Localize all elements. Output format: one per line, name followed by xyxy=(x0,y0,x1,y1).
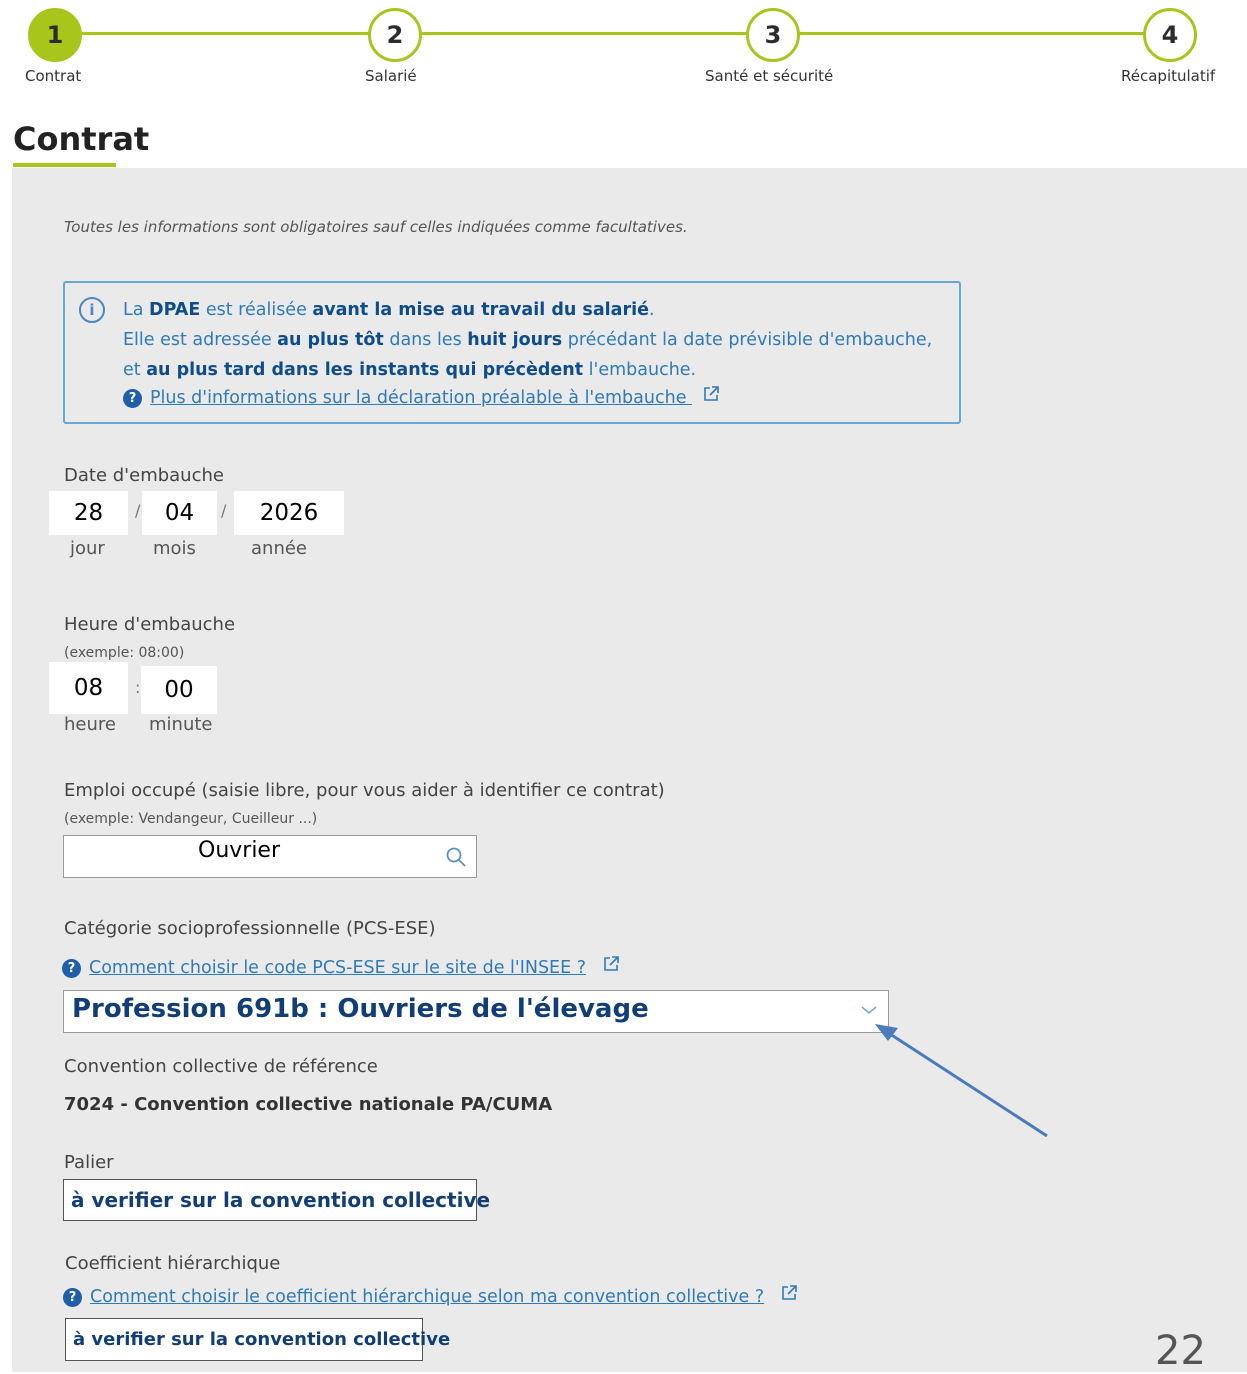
time-separator: : xyxy=(135,678,141,697)
page-title: Contrat xyxy=(13,120,150,158)
palier-input[interactable]: à verifier sur la convention collective xyxy=(63,1179,490,1221)
category-selected-value: Profession 691b : Ouvriers de l'élevage xyxy=(72,994,649,1024)
date-separator: / xyxy=(135,501,141,520)
step-3-number: 3 xyxy=(764,21,782,49)
year-sublabel: année xyxy=(251,538,307,559)
hire-time-label: Heure d'embauche xyxy=(64,614,236,635)
step-3-circle[interactable]: 3 xyxy=(746,8,800,62)
external-link-icon xyxy=(704,386,719,401)
category-label: Catégorie socioprofessionnelle (PCS-ESE) xyxy=(64,918,436,939)
job-search-input[interactable]: Ouvrier xyxy=(63,835,477,878)
question-circle-icon: ? xyxy=(62,958,81,978)
step-1-number: 1 xyxy=(46,21,64,49)
hire-date-day-input[interactable]: 28 xyxy=(49,491,128,535)
hire-date-year-input[interactable]: 2026 xyxy=(234,491,344,535)
job-value: Ouvrier xyxy=(198,838,281,863)
info-text-part: La xyxy=(123,300,150,320)
step-1-label: Contrat xyxy=(25,67,82,85)
date-separator: / xyxy=(221,501,227,520)
title-underline xyxy=(13,163,116,167)
external-link-icon xyxy=(603,956,619,971)
day-sublabel: jour xyxy=(70,538,105,559)
job-hint: (exemple: Vendangeur, Cueilleur ...) xyxy=(64,811,318,827)
convention-value: 7024 - Convention collective nationale P… xyxy=(64,1094,553,1115)
stepper-connector xyxy=(82,32,372,35)
dpae-info-link[interactable]: ? Plus d'informations sur la déclaration … xyxy=(123,385,720,408)
pcs-help-link[interactable]: ? Comment choisir le code PCS-ESE sur le … xyxy=(62,955,620,978)
info-text-bold: au plus tôt xyxy=(277,330,384,350)
step-4-label: Récapitulatif xyxy=(1121,67,1216,85)
step-4-circle[interactable]: 4 xyxy=(1143,8,1197,62)
hire-time-hint: (exemple: 08:00) xyxy=(64,645,185,661)
info-text-part: l'embauche. xyxy=(583,360,697,380)
dpae-info-box: i La DPAE est réalisée avant la mise au … xyxy=(63,281,961,424)
minute-sublabel: minute xyxy=(149,714,213,735)
progress-stepper: 1 2 3 4 Contrat Salarié Santé et sécurit… xyxy=(0,0,1247,100)
coefficient-help-link-text: Comment choisir le coefficient hiérarchi… xyxy=(90,1287,765,1307)
step-3-label: Santé et sécurité xyxy=(705,67,834,85)
slide-page-number: 22 xyxy=(1155,1328,1206,1374)
info-text-part: dans les xyxy=(383,330,468,350)
info-text-part: est réalisée xyxy=(200,300,313,320)
coefficient-input[interactable]: à verifier sur la convention collective xyxy=(65,1318,450,1361)
search-icon[interactable] xyxy=(445,846,467,868)
month-sublabel: mois xyxy=(153,538,196,559)
step-2-label: Salarié xyxy=(365,67,417,85)
stepper-connector xyxy=(798,32,1146,35)
job-label: Emploi occupé (saisie libre, pour vous a… xyxy=(64,780,665,801)
chevron-down-icon[interactable] xyxy=(860,1004,878,1016)
required-fields-note: Toutes les informations sont obligatoire… xyxy=(64,218,688,236)
category-select[interactable]: Profession 691b : Ouvriers de l'élevage xyxy=(63,990,889,1033)
step-2-number: 2 xyxy=(386,21,404,49)
info-text-part: . xyxy=(648,300,655,320)
info-text-part: Elle est adressée xyxy=(123,330,278,350)
info-text-bold: au plus tard dans les instants qui précè… xyxy=(146,360,584,380)
info-circle-icon: i xyxy=(79,297,105,323)
step-2-circle[interactable]: 2 xyxy=(368,8,422,62)
dpae-info-link-text: Plus d'informations sur la déclaration p… xyxy=(150,388,687,408)
hire-date-month-input[interactable]: 04 xyxy=(142,491,217,535)
palier-label: Palier xyxy=(64,1152,114,1173)
coefficient-label: Coefficient hiérarchique xyxy=(65,1253,281,1274)
info-text-bold: huit jours xyxy=(467,330,563,350)
pcs-help-link-text: Comment choisir le code PCS-ESE sur le s… xyxy=(89,958,587,978)
hire-time-minute-input[interactable]: 00 xyxy=(141,666,217,714)
hour-sublabel: heure xyxy=(64,714,116,735)
info-text: La DPAE est réalisée avant la mise au tr… xyxy=(123,295,943,385)
hire-time-hour-input[interactable]: 08 xyxy=(49,662,128,714)
info-text-bold: DPAE xyxy=(149,300,201,320)
question-circle-icon: ? xyxy=(63,1287,82,1307)
external-link-icon xyxy=(781,1285,797,1300)
info-text-bold: avant la mise au travail du salarié xyxy=(312,300,649,320)
step-4-number: 4 xyxy=(1161,21,1179,49)
coefficient-help-link[interactable]: ? Comment choisir le coefficient hiérarch… xyxy=(63,1284,798,1307)
stepper-connector xyxy=(422,32,748,35)
hire-date-label: Date d'embauche xyxy=(64,465,224,486)
step-1-circle[interactable]: 1 xyxy=(28,8,82,62)
question-circle-icon: ? xyxy=(123,388,142,408)
convention-label: Convention collective de référence xyxy=(64,1056,378,1077)
